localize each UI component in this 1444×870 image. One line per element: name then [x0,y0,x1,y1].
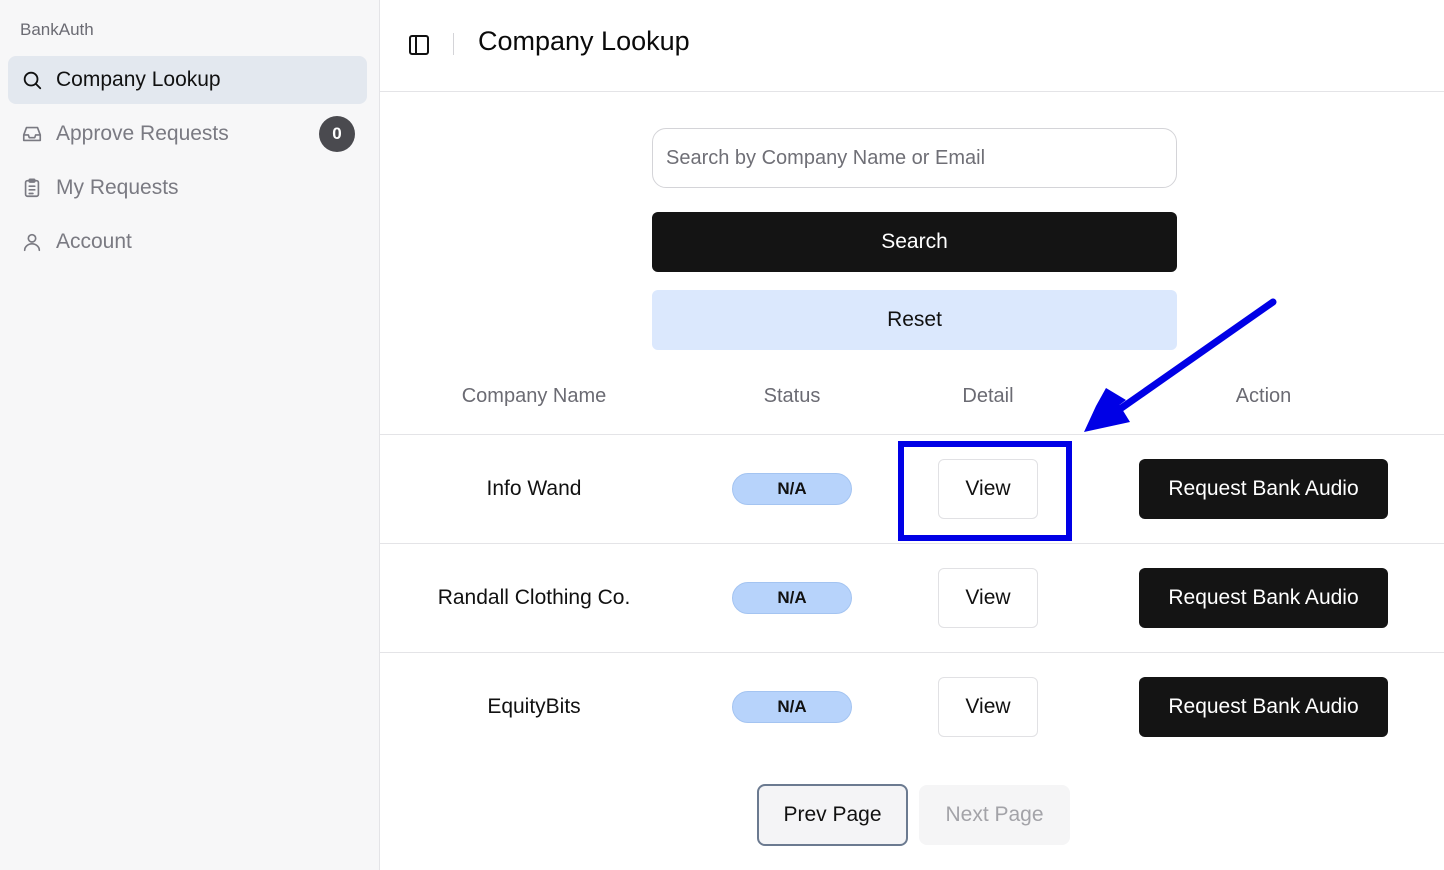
sidebar-toggle-icon[interactable] [406,32,432,58]
count-badge: 0 [319,116,355,152]
company-name: Randall Clothing Co. [437,586,631,609]
app-brand: BankAuth [20,20,94,39]
status-badge: N/A [732,473,852,505]
status-badge: N/A [732,582,852,614]
search-button[interactable]: Search [652,212,1177,272]
request-bank-audio-button[interactable]: Request Bank Audio [1139,459,1388,519]
column-header-detail: Detail [962,385,1014,407]
view-button[interactable]: View [938,677,1038,737]
next-page-button[interactable]: Next Page [919,785,1070,845]
sidebar: BankAuth Company Lookup Approve Requests… [0,0,380,870]
sidebar-item-label: My Requests [56,176,179,199]
company-name: Info Wand [486,477,582,500]
column-header-status: Status [763,385,821,407]
sidebar-item-my-requests[interactable]: My Requests [8,164,367,212]
annotation-highlight-box [898,441,1072,541]
inbox-icon [20,122,44,146]
user-icon [20,230,44,254]
request-bank-audio-button[interactable]: Request Bank Audio [1139,677,1388,737]
view-button[interactable]: View [938,568,1038,628]
search-input[interactable] [652,128,1177,188]
column-header-company-name: Company Name [461,385,607,407]
header-divider [453,33,454,55]
table-row: Randall Clothing Co. N/A View Request Ba… [380,543,1444,652]
table-row: EquityBits N/A View Request Bank Audio [380,652,1444,761]
arrow-icon [1084,298,1277,432]
request-bank-audio-button[interactable]: Request Bank Audio [1139,568,1388,628]
prev-page-button[interactable]: Prev Page [757,784,908,846]
sidebar-item-account[interactable]: Account [8,218,367,266]
top-bar: Company Lookup [380,0,1444,92]
status-badge: N/A [732,691,852,723]
search-icon [20,68,44,92]
sidebar-item-label: Account [56,230,132,253]
clipboard-icon [20,176,44,200]
sidebar-item-label: Company Lookup [56,68,221,91]
page-title: Company Lookup [478,26,690,56]
sidebar-item-approve-requests[interactable]: Approve Requests 0 [8,110,367,158]
company-name: EquityBits [487,695,581,718]
sidebar-item-label: Approve Requests [56,122,229,145]
sidebar-item-company-lookup[interactable]: Company Lookup [8,56,367,104]
